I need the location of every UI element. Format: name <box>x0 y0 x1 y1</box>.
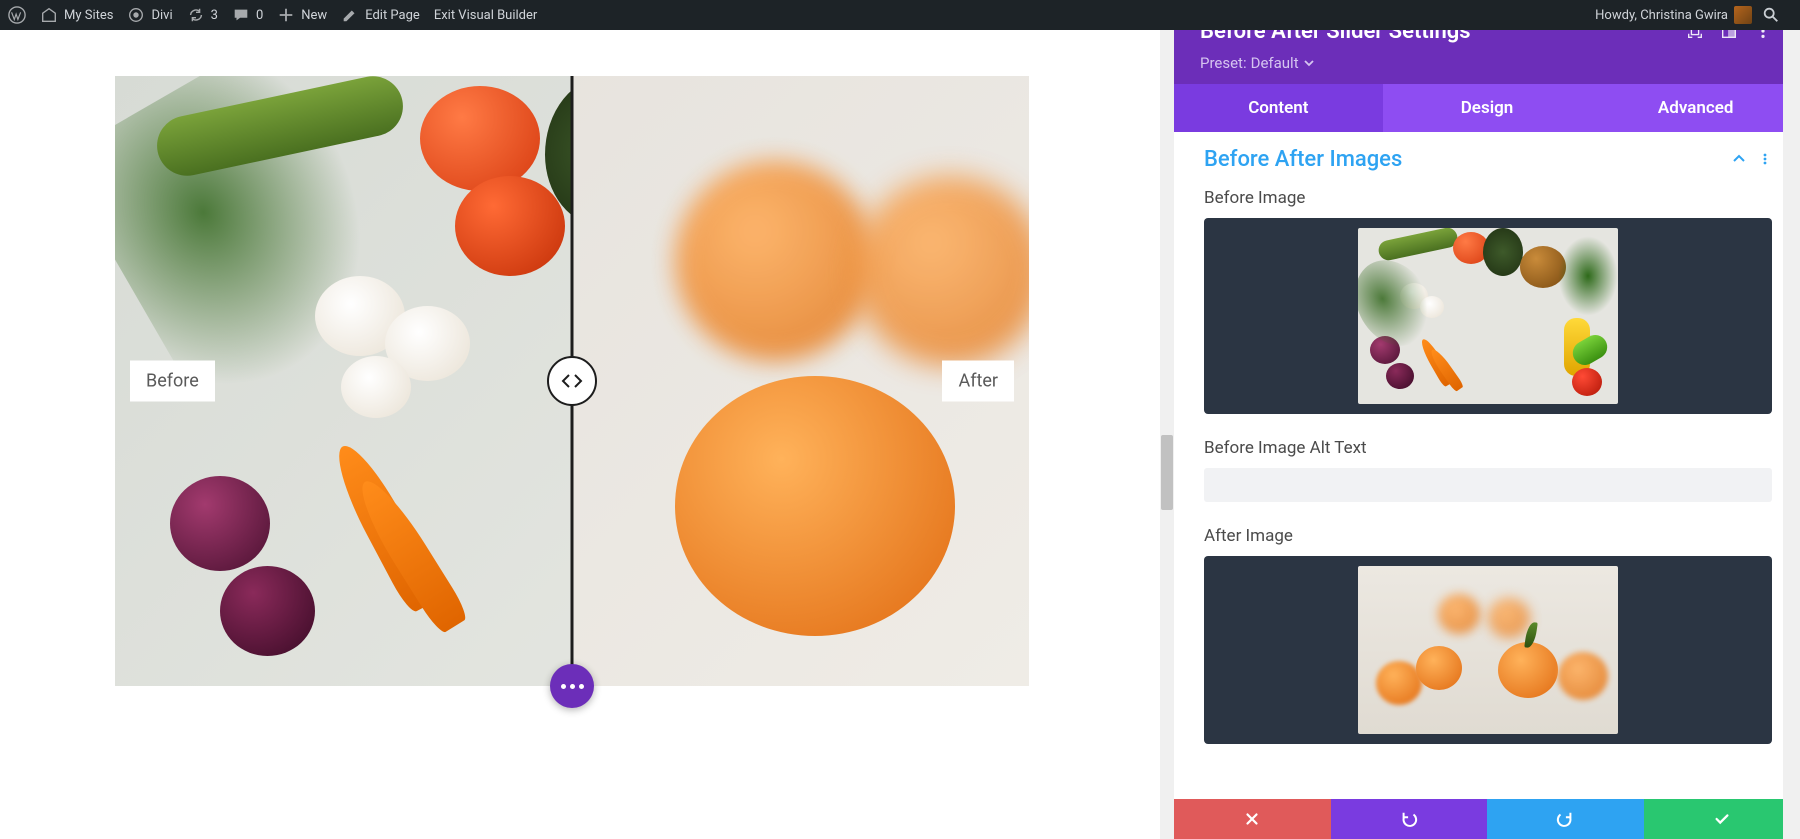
wp-admin-bar: My Sites Divi 3 0 New Edit Page Exit Vis… <box>0 0 1800 30</box>
my-sites-label: My Sites <box>64 8 113 23</box>
canvas-scrollbar[interactable] <box>1160 0 1174 839</box>
page-canvas: Before After <box>0 30 1160 839</box>
my-sites-link[interactable]: My Sites <box>40 6 113 24</box>
before-label-pill: Before <box>130 361 215 402</box>
window-scrollbar[interactable] <box>1783 0 1800 839</box>
slider-handle[interactable] <box>547 356 597 406</box>
site-link[interactable]: Divi <box>127 6 172 24</box>
before-image-label: Before Image <box>1204 188 1772 208</box>
admin-search[interactable] <box>1762 6 1780 24</box>
save-button[interactable] <box>1644 799 1800 839</box>
tab-content[interactable]: Content <box>1174 84 1383 132</box>
before-after-slider-module[interactable]: Before After <box>115 76 1029 686</box>
chevron-down-icon <box>1303 57 1315 69</box>
preset-prefix: Preset: <box>1200 54 1247 72</box>
howdy-label: Howdy, Christina Gwira <box>1595 8 1728 23</box>
updates-link[interactable]: 3 <box>187 6 218 24</box>
panel-tabs: Content Design Advanced <box>1174 84 1800 132</box>
section-title: Before After Images <box>1204 147 1726 172</box>
redo-button[interactable] <box>1487 799 1644 839</box>
before-alt-input[interactable] <box>1204 468 1772 502</box>
wp-logo[interactable] <box>8 6 26 24</box>
edit-page-link[interactable]: Edit Page <box>341 6 420 24</box>
howdy-user[interactable]: Howdy, Christina Gwira <box>1595 6 1752 24</box>
after-image-picker[interactable] <box>1204 556 1772 744</box>
section-collapse-icon[interactable] <box>1726 146 1752 172</box>
undo-button[interactable] <box>1331 799 1488 839</box>
settings-panel: Before After Slider Settings Preset: Def… <box>1160 0 1800 839</box>
panel-footer <box>1174 799 1800 839</box>
section-more-icon[interactable] <box>1752 146 1778 172</box>
exit-vb-label: Exit Visual Builder <box>434 8 537 23</box>
site-name: Divi <box>151 8 172 23</box>
module-actions-fab[interactable] <box>550 664 594 708</box>
panel-body: Before After Images Before Image <box>1174 132 1800 799</box>
new-label: New <box>301 8 327 23</box>
tab-design[interactable]: Design <box>1383 84 1592 132</box>
updates-count: 3 <box>211 8 218 23</box>
cancel-button[interactable] <box>1174 799 1331 839</box>
preset-selector[interactable]: Preset: Default <box>1200 54 1780 72</box>
before-alt-label: Before Image Alt Text <box>1204 438 1772 458</box>
section-header[interactable]: Before After Images <box>1174 132 1800 182</box>
exit-visual-builder[interactable]: Exit Visual Builder <box>434 8 537 23</box>
user-avatar <box>1734 6 1752 24</box>
after-label-pill: After <box>942 361 1014 402</box>
after-image-label: After Image <box>1204 526 1772 546</box>
before-image-picker[interactable] <box>1204 218 1772 414</box>
tab-advanced[interactable]: Advanced <box>1591 84 1800 132</box>
preset-value: Default <box>1251 54 1299 72</box>
edit-page-label: Edit Page <box>365 8 420 23</box>
comments-count: 0 <box>256 8 263 23</box>
new-link[interactable]: New <box>277 6 327 24</box>
comments-link[interactable]: 0 <box>232 6 263 24</box>
